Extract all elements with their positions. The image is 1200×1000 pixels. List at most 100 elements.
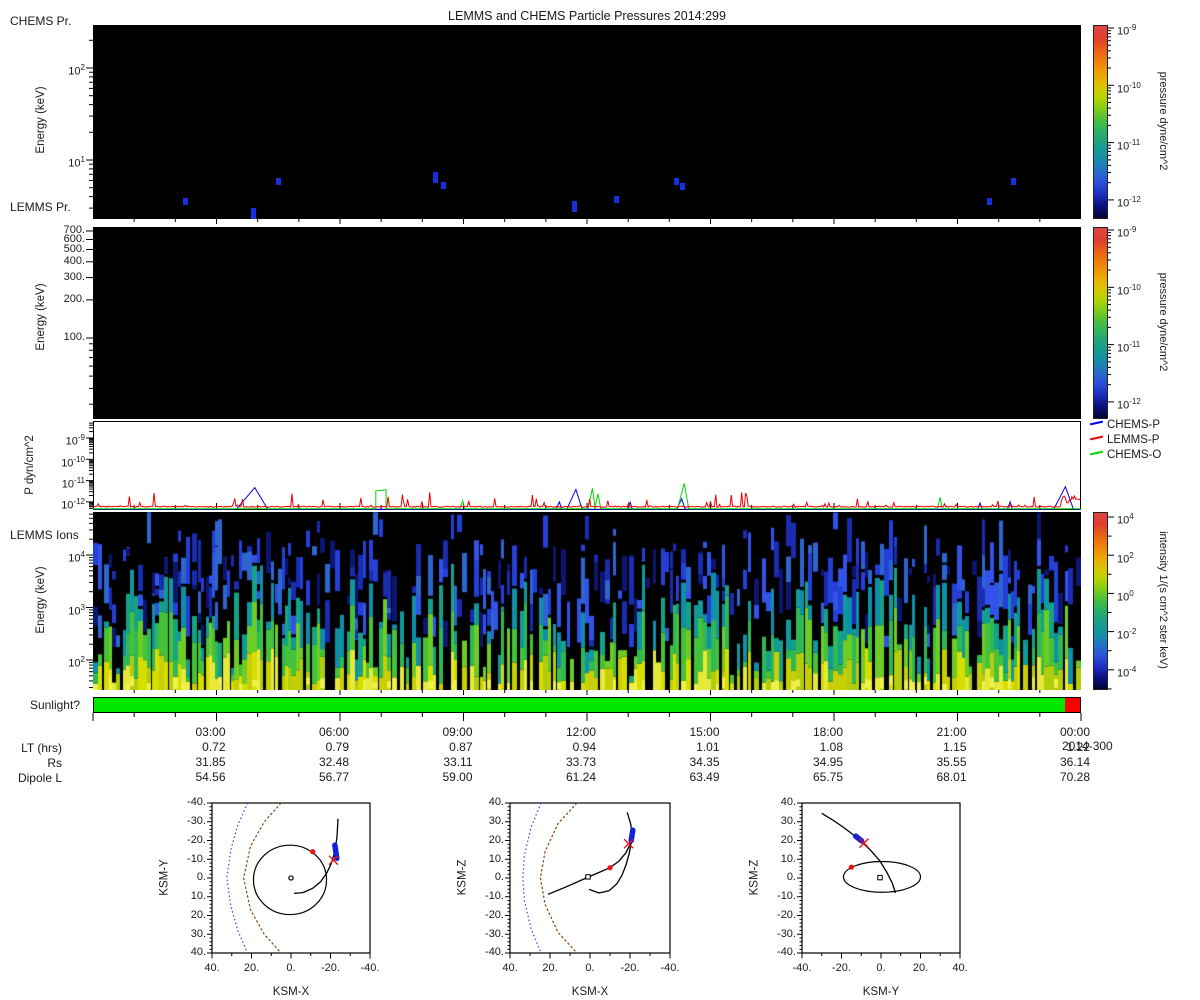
orbit-y-tick-label: 30. [190,927,206,940]
orbit-x-tick-label: -20. [620,962,640,975]
pressure-tick-label: 10-12 [61,497,85,512]
ephemeris-value: 1.01 [696,739,720,754]
orbit-y-tick-label: 40. [488,796,504,809]
colorbar-tick-label: 102 [1117,550,1134,566]
spectrogram-data-pixel [275,178,281,186]
spectrogram-data-pixel [572,201,578,213]
orbit-y-tick-label: -40. [187,796,206,809]
orbit-marker-day-start-dot [607,865,613,871]
ephemeris-value: 56.77 [318,769,349,784]
ephemeris-value: 59.00 [442,769,473,784]
orbit-x-tick-label: 20. [912,962,929,975]
page-title: LEMMS and CHEMS Particle Pressures 2014:… [448,9,726,23]
spectrogram-data-pixel [987,197,993,205]
sunlight-bar [93,697,1081,713]
orbit-y-tick-label: -20. [777,908,796,921]
orbit-y-axis-label: KSM-Z [456,859,469,896]
orbit-y-tick-label: 30. [488,815,504,828]
orbit-x-tick-label: 0. [585,962,595,975]
orbit-y-tick-label: -30. [187,815,206,828]
orbit-x-tick-label: 20. [243,962,260,975]
colorbar-label-chems: pressure dyne/cm^2 [1157,71,1169,171]
time-tick-label: 18:00 [812,724,843,739]
ephemeris-value: 68.01 [936,769,967,784]
orbit-y-tick-label: 10. [488,852,504,865]
ephemeris-value: 0.72 [202,739,226,754]
orbit-x-tick-label: -20. [832,962,851,975]
panel-label-chems-pr: CHEMS Pr. [10,14,72,28]
spectrogram-data-pixel [251,207,257,219]
ephemeris-value: 36.14 [1059,754,1090,769]
orbit-curve-orbit-trajectory [547,812,634,895]
colorbar-tick-label: 10-11 [1117,340,1141,355]
panel-label-lemms-pr: LEMMS Pr. [10,200,71,214]
orbit-plot-frame [211,802,371,954]
time-tick-label: 12:00 [565,724,596,739]
orbit-y-tick-label: 10. [190,890,206,903]
legend-label: CHEMS-P [1107,419,1161,431]
time-tick-label: 21:00 [936,724,967,739]
orbit-y-tick-label: 40. [780,796,796,809]
orbit-y-tick-label: -10. [187,852,206,865]
colorbar-tick-label: 10-10 [1117,282,1141,298]
time-tick-label: 06:00 [318,724,349,739]
orbit-y-tick-label: -20. [187,833,206,846]
orbit-y-tick-label: 20. [488,833,504,846]
colorbar-chems [1093,25,1108,219]
ephemeris-value: 1.15 [943,739,967,754]
energy-tick-label: 103 [68,602,85,618]
orbit-x-tick-label: -20. [321,962,340,975]
orbit-y-tick-label: -40. [777,946,796,959]
spectrogram-data-pixel [613,195,619,203]
lemms-ions-spectrogram [93,512,1081,690]
ephemeris-value: 61.24 [565,769,596,784]
orbit-curve-bow-shock [226,802,249,954]
legend-label: LEMMS-P [1107,434,1160,446]
orbit-y-tick-label: 0. [196,871,206,884]
time-tick-label: 09:00 [442,724,473,739]
ephemeris-value: 33.73 [565,754,596,769]
time-tick-label: 03:00 [195,724,226,739]
legend-item-chems-o: CHEMS-O [1089,449,1162,464]
orbit-x-tick-label: 40. [204,962,220,975]
orbit-x-axis-label: KSM-X [571,986,609,999]
orbit-curve-bow-shock [522,802,542,954]
orbit-x-tick-label: -40. [792,962,812,975]
orbit-y-tick-label: -10. [777,890,796,903]
orbit-x-tick-label: 40. [952,962,968,975]
orbit-y-tick-label: 40. [190,946,206,959]
legend-item-lemms-p: LEMMS-P [1089,434,1161,449]
ephemeris-value: 63.49 [689,769,720,784]
orbit-marker-current-pos-x [623,838,634,849]
row-label-dipole-l: Dipole L [17,771,62,785]
row-label-lt: LT (hrs) [21,741,62,755]
orbit-marker-day-segment [852,833,865,844]
orbit-marker-day-start-dot [848,864,854,870]
ions-spectrogram-canvas [93,512,1081,690]
orbit-curve-orbit-ellipse [842,860,922,893]
plot-page: LEMMS and CHEMS Particle Pressures 2014:… [0,0,1200,1000]
legend-line-sample-chems-o [1089,451,1104,456]
spectrogram-data-pixel [432,172,438,184]
ephemeris-value: 0.79 [325,739,349,754]
orbit-plot-frame [801,802,961,954]
sunlight-label: Sunlight? [29,698,80,712]
legend-label: CHEMS-O [1107,449,1162,461]
legend-item-chems-p: CHEMS-P [1089,419,1161,434]
orbit-y-axis-label: KSM-Z [748,859,761,896]
orbit-curve-magnetopause [243,802,282,954]
legend-line-sample-chems-p [1089,421,1104,426]
colorbar-lemms [1093,227,1108,419]
orbit-x-axis-label: KSM-X [272,986,310,999]
ephemeris-value: 0.87 [449,739,473,754]
orbit-marker-current-pos-x [328,855,339,866]
pressure-line-plot [93,421,1081,510]
pressure-tick-label: 10-9 [65,433,85,449]
colorbar-tick-label: 104 [1117,512,1134,528]
colorbar-tick-label: 10-12 [1117,397,1141,412]
orbit-marker-saturn-symbol [877,874,883,881]
orbit-y-tick-label: -40. [485,946,504,959]
orbit-curve-orbit-trajectory [293,818,339,895]
orbit-curve-orbit-branch [588,842,632,894]
ephemeris-value: 31.85 [195,754,226,769]
